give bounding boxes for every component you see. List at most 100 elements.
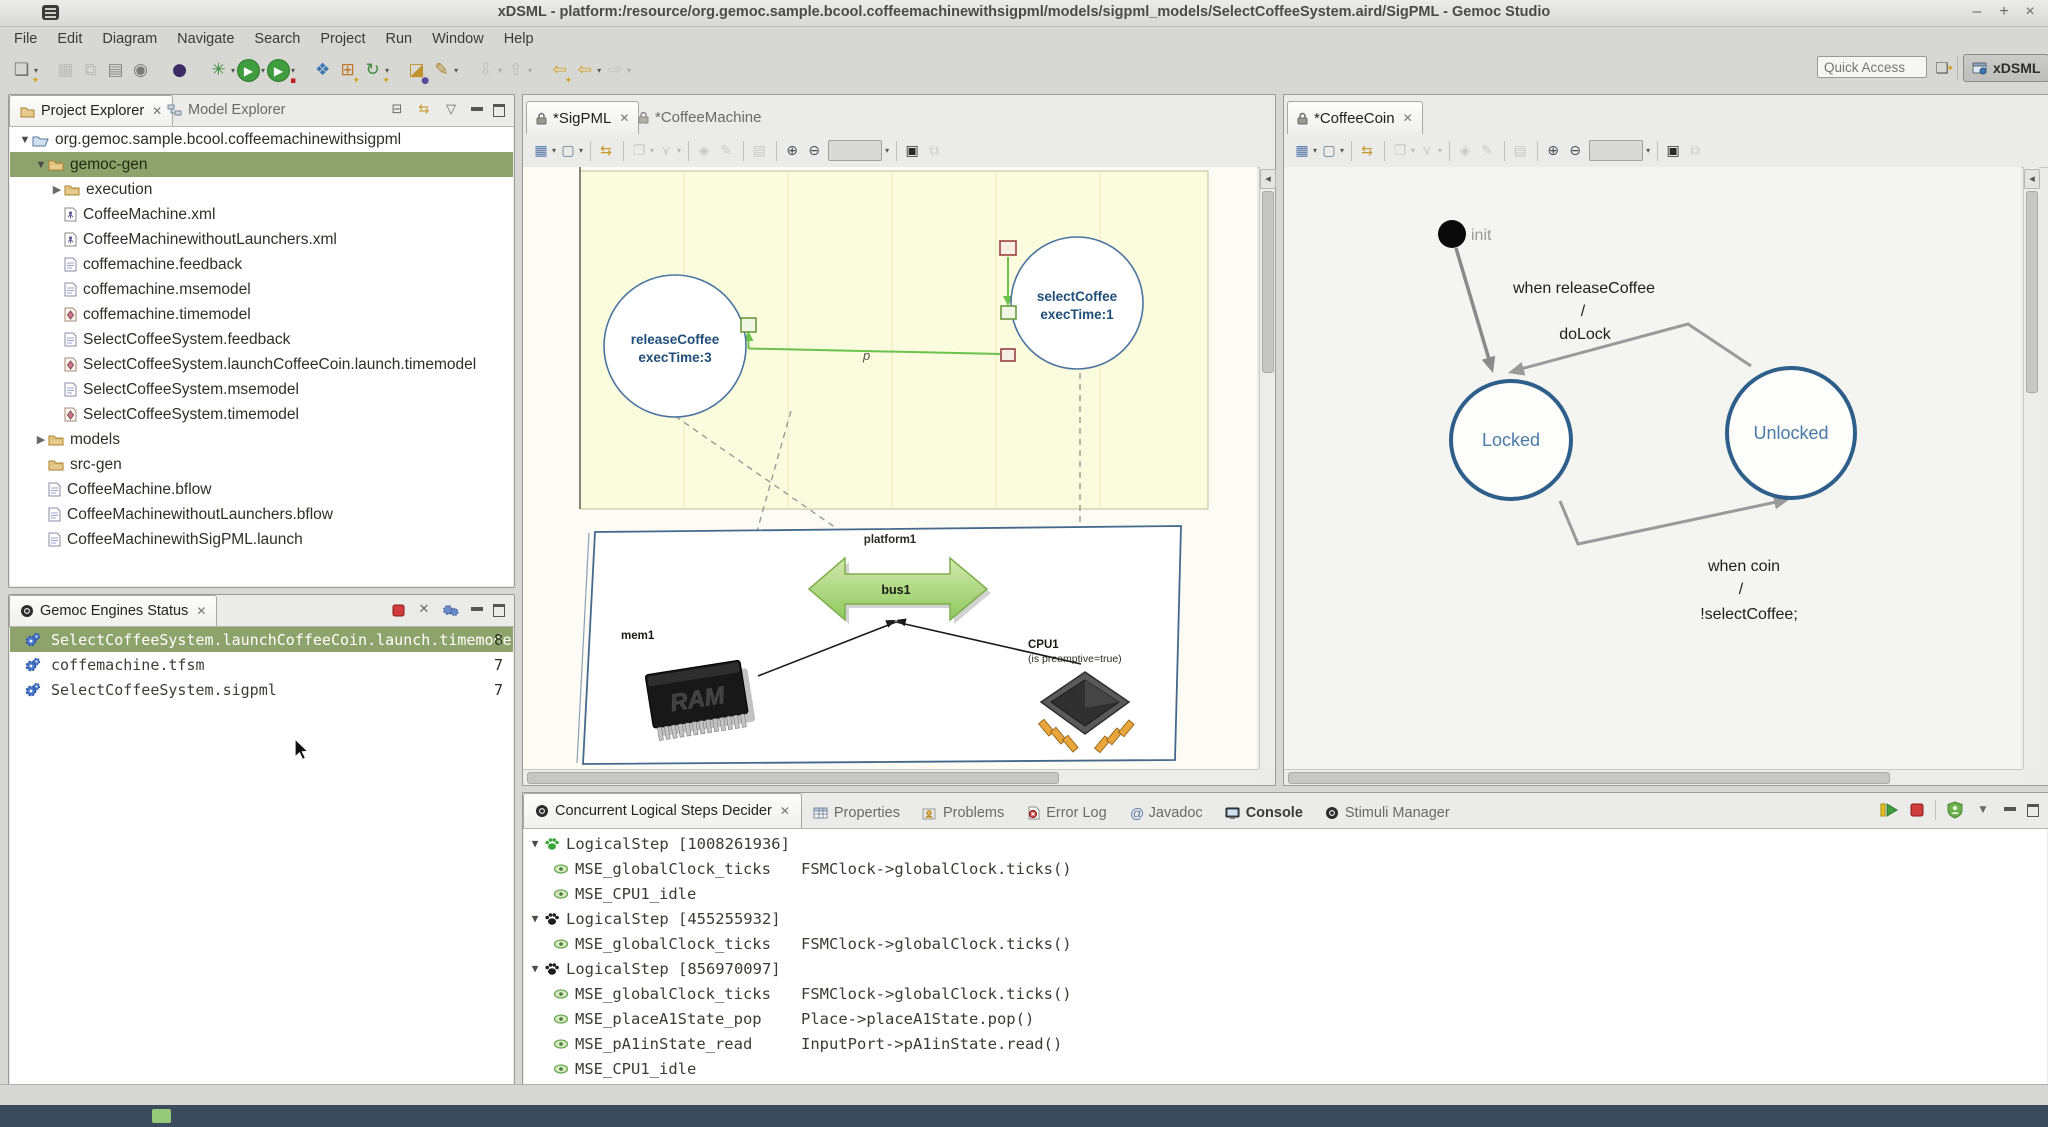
tree-item[interactable]: CoffeeMachinewithoutLaunchers.xml <box>10 227 513 252</box>
horizontal-scrollbar[interactable] <box>523 769 1259 785</box>
zoom-combo-icon[interactable]: ▾ <box>1587 137 1650 165</box>
close-icon[interactable]: ✕ <box>196 604 206 618</box>
engine-row[interactable]: SelectCoffeeSystem.sigpml7 <box>10 677 513 702</box>
menu-project[interactable]: Project <box>310 27 375 52</box>
platform-container[interactable]: platform1 bus1 mem1 <box>577 526 1181 764</box>
logical-step-row[interactable]: ▼LogicalStep [856970097] <box>524 956 2047 981</box>
tree-item[interactable]: SelectCoffeeSystem.feedback <box>10 327 513 352</box>
export-image-icon[interactable]: ▣ <box>902 137 922 165</box>
tree-item[interactable]: ▶models <box>10 427 513 452</box>
previous-annotation-icon[interactable]: ⇧▾ <box>504 56 532 84</box>
stop-engine-icon[interactable] <box>1909 802 1925 818</box>
dropdown-arrow-icon[interactable]: ▾ <box>1340 146 1344 155</box>
minimize-view-icon[interactable] <box>469 104 483 116</box>
mse-event-row[interactable]: MSE_pA1inState_readInputPort->pA1inState… <box>524 1031 2047 1056</box>
state-locked[interactable]: Locked <box>1451 381 1571 499</box>
dropdown-arrow-icon[interactable]: ▾ <box>579 146 583 155</box>
transition-init-locked[interactable] <box>1456 248 1495 373</box>
tab-co ffeecoin[interactable]: *CoffeeCoin ✕ <box>1287 101 1423 134</box>
external-tools-icon[interactable]: ◉ <box>129 56 152 84</box>
dropdown-arrow-icon[interactable]: ▾ <box>498 66 502 75</box>
tree-expander-icon[interactable]: ▼ <box>528 962 542 975</box>
mse-event-row[interactable]: MSE_globalClock_ticksFSMClock->globalClo… <box>524 856 2047 881</box>
zoom-in-icon[interactable]: ⊕ <box>782 137 802 165</box>
tree-item[interactable]: SelectCoffeeSystem.launchCoffeeCoin.laun… <box>10 352 513 377</box>
tab-javadoc[interactable]: @Javadoc <box>1118 798 1214 828</box>
tree-expander-icon[interactable]: ▼ <box>34 159 48 171</box>
menu-search[interactable]: Search <box>244 27 310 52</box>
link-with-editor-icon[interactable]: ⇆ <box>415 102 433 118</box>
input-port[interactable] <box>1000 241 1016 255</box>
next-annotation-icon[interactable]: ⇩▾ <box>474 56 502 84</box>
menu-navigate[interactable]: Navigate <box>167 27 244 52</box>
collapse-all-icon[interactable]: ⊟ <box>388 102 406 118</box>
tree-expander-icon[interactable]: ▼ <box>528 837 542 850</box>
print-icon[interactable]: ▤ <box>104 56 127 84</box>
tab-error-log[interactable]: Error Log <box>1015 798 1117 828</box>
dropdown-arrow-icon[interactable]: ▾ <box>528 66 532 75</box>
window-minimize-button[interactable]: – <box>1966 2 1988 22</box>
initial-state[interactable]: init <box>1438 220 1492 248</box>
menu-help[interactable]: Help <box>494 27 544 52</box>
copy-appearance-icon[interactable]: ❐▾ <box>1390 137 1415 165</box>
maximize-view-icon[interactable] <box>492 604 506 616</box>
selection-mode-icon[interactable]: ▢▾ <box>558 137 583 165</box>
engines-options-icon[interactable] <box>442 603 460 618</box>
input-port[interactable] <box>1001 306 1016 319</box>
dropdown-arrow-icon[interactable]: ▾ <box>552 146 556 155</box>
back-history-icon[interactable]: ⇦▾ <box>573 56 601 84</box>
dispose-engine-icon[interactable]: ✕ <box>415 602 433 618</box>
maximize-view-icon[interactable] <box>2026 804 2040 816</box>
menu-diagram[interactable]: Diagram <box>92 27 167 52</box>
menu-edit[interactable]: Edit <box>47 27 92 52</box>
mse-event-row[interactable]: MSE_placeA1State_popPlace->placeA1State.… <box>524 1006 2047 1031</box>
window-maximize-button[interactable]: + <box>1993 2 2015 22</box>
dropdown-arrow-icon[interactable]: ▾ <box>231 66 235 75</box>
tree-expander-icon[interactable]: ▼ <box>528 912 542 925</box>
input-port[interactable] <box>1001 349 1015 361</box>
tab-gemoc-engines-status[interactable]: Gemoc Engines Status ✕ <box>9 595 217 626</box>
vertical-scrollbar[interactable]: ◂ <box>2023 167 2039 769</box>
dropdown-arrow-icon[interactable]: ▾ <box>885 146 889 155</box>
window-close-button[interactable]: × <box>2019 2 2041 22</box>
view-menu-icon[interactable]: ▽ <box>442 102 460 118</box>
dropdown-arrow-icon[interactable]: ▾ <box>34 66 38 75</box>
export-image-icon[interactable]: ▣ <box>1663 137 1683 165</box>
zoom-level-combo[interactable] <box>828 140 882 161</box>
load-model-icon[interactable]: ◪● <box>405 56 428 84</box>
maximize-view-icon[interactable] <box>492 104 506 116</box>
open-perspective-icon[interactable]: ❏✦ <box>1930 57 1954 79</box>
tree-item[interactable]: SelectCoffeeSystem.msemodel <box>10 377 513 402</box>
minimize-view-icon[interactable] <box>2002 804 2016 816</box>
quick-access-input[interactable] <box>1817 56 1927 78</box>
dropdown-arrow-icon[interactable]: ▾ <box>1313 146 1317 155</box>
chevron-down-icon[interactable]: ▼ <box>1974 802 1992 818</box>
tree-expander-icon[interactable]: ▶ <box>34 433 48 446</box>
mse-event-row[interactable]: MSE_globalClock_ticksFSMClock->globalClo… <box>524 981 2047 1006</box>
vertical-scrollbar[interactable]: ◂ <box>1259 167 1275 769</box>
save-icon[interactable]: ▦ <box>54 56 77 84</box>
tree-item[interactable]: CoffeeMachine.xml <box>10 202 513 227</box>
dropdown-arrow-icon[interactable]: ▾ <box>1646 146 1650 155</box>
tab-console[interactable]: Console <box>1214 798 1314 828</box>
refresh-representation-icon[interactable]: ↻✦▾ <box>361 56 389 84</box>
menu-run[interactable]: Run <box>376 27 423 52</box>
tab-problems[interactable]: Problems <box>911 798 1015 828</box>
perspective-xdsml-button[interactable]: xDSML <box>1963 54 2048 82</box>
filters-icon[interactable]: ⋎▾ <box>1417 137 1442 165</box>
new-representation-icon[interactable]: ❖ <box>311 56 334 84</box>
dropdown-arrow-icon[interactable]: ▾ <box>677 146 681 155</box>
close-icon[interactable]: ✕ <box>1403 111 1413 125</box>
tree-item[interactable]: coffemachine.timemodel <box>10 302 513 327</box>
layout-icon[interactable]: ▦▾ <box>531 137 556 165</box>
new-wizard-icon[interactable]: ❏✦▾ <box>10 56 38 84</box>
tree-item[interactable]: CoffeeMachinewithSigPML.launch <box>10 527 513 552</box>
dropdown-arrow-icon[interactable]: ▾ <box>454 66 458 75</box>
paste-format-icon[interactable]: ▤ <box>749 137 769 165</box>
edit-mode-icon[interactable]: ✎ <box>716 137 736 165</box>
layers-icon[interactable]: ⧉ <box>1685 137 1705 165</box>
dropdown-arrow-icon[interactable]: ▾ <box>1438 146 1442 155</box>
dropdown-arrow-icon[interactable]: ▾ <box>627 66 631 75</box>
tree-item[interactable]: CoffeeMachine.bflow <box>10 477 513 502</box>
edit-mode-icon[interactable]: ✎ <box>1477 137 1497 165</box>
